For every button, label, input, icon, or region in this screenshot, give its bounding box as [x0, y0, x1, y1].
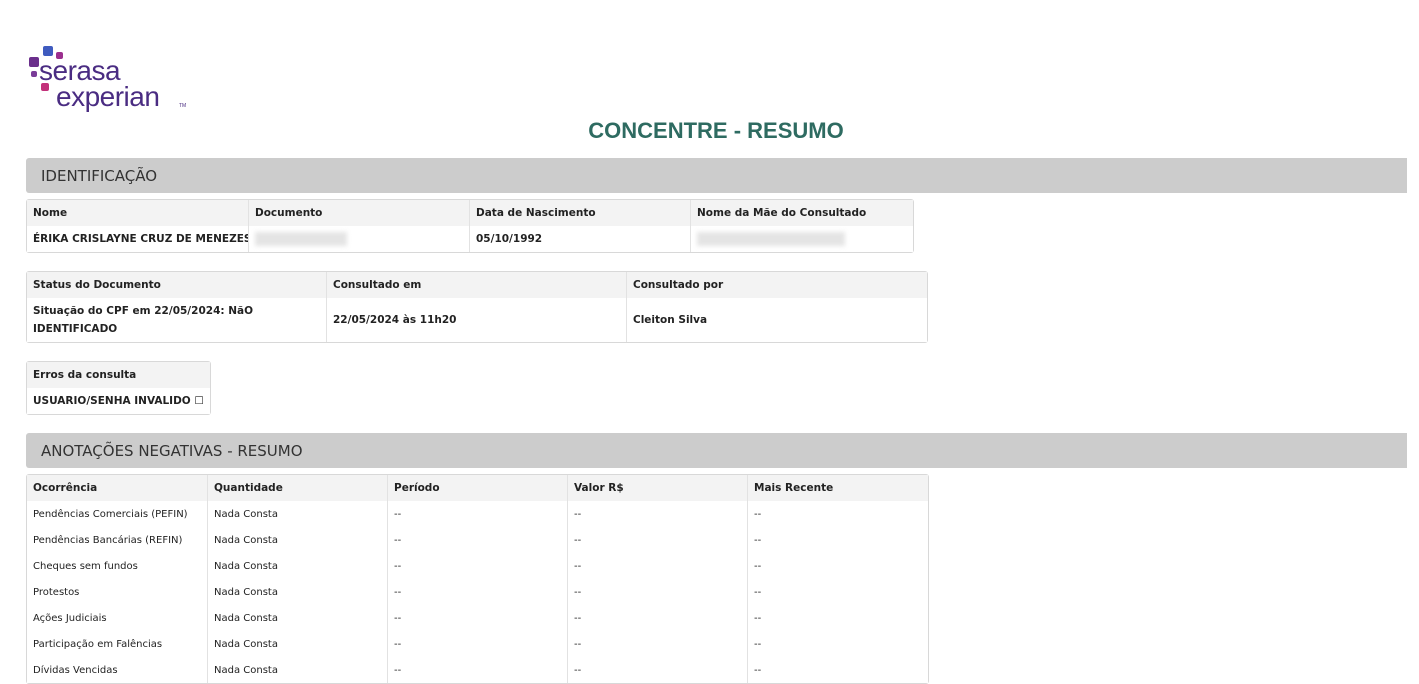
- header-status-documento: Status do Documento: [27, 272, 327, 298]
- cell-ocorrencia: Pendências Bancárias (REFIN): [27, 527, 208, 553]
- page-title: CONCENTRE - RESUMO: [588, 118, 844, 143]
- cell-mais-recente: --: [748, 631, 928, 657]
- erros-table: Erros da consulta USUARIO/SENHA INVALIDO…: [26, 361, 211, 415]
- cell-valor: --: [568, 605, 748, 631]
- table-row: Ações Judiciais Nada Consta -- -- --: [27, 605, 928, 631]
- table-row: Participação em Falências Nada Consta --…: [27, 631, 928, 657]
- cell-periodo: --: [388, 501, 568, 527]
- cell-mais-recente: --: [748, 527, 928, 553]
- cell-valor: --: [568, 631, 748, 657]
- section-identificacao: IDENTIFICAÇÃO: [26, 158, 1407, 193]
- value-nome: ÉRIKA CRISLAYNE CRUZ DE MENEZES: [27, 226, 249, 252]
- cell-ocorrencia: Ações Judiciais: [27, 605, 208, 631]
- cell-quantidade: Nada Consta: [208, 527, 388, 553]
- cell-periodo: --: [388, 605, 568, 631]
- status-table: Status do Documento Consultado em Consul…: [26, 271, 928, 343]
- cell-mais-recente: --: [748, 657, 928, 683]
- cell-ocorrencia: Cheques sem fundos: [27, 553, 208, 579]
- table-row: Pendências Comerciais (PEFIN) Nada Const…: [27, 501, 928, 527]
- cell-valor: --: [568, 553, 748, 579]
- cell-quantidade: Nada Consta: [208, 605, 388, 631]
- header-mais-recente: Mais Recente: [748, 475, 928, 501]
- value-documento-redacted: [249, 226, 470, 252]
- value-status-documento: Situação do CPF em 22/05/2024: NãO IDENT…: [27, 298, 327, 342]
- cell-quantidade: Nada Consta: [208, 501, 388, 527]
- serasa-experian-logo: serasa experian TM: [26, 44, 196, 116]
- table-row: Dívidas Vencidas Nada Consta -- -- --: [27, 657, 928, 683]
- cell-mais-recente: --: [748, 579, 928, 605]
- table-row: Protestos Nada Consta -- -- --: [27, 579, 928, 605]
- cell-mais-recente: --: [748, 553, 928, 579]
- cell-quantidade: Nada Consta: [208, 657, 388, 683]
- cell-valor: --: [568, 501, 748, 527]
- cell-mais-recente: --: [748, 605, 928, 631]
- value-nome-mae-redacted: [691, 226, 913, 252]
- cell-periodo: --: [388, 579, 568, 605]
- cell-ocorrencia: Pendências Comerciais (PEFIN): [27, 501, 208, 527]
- cell-valor: --: [568, 657, 748, 683]
- logo-square-small: [31, 71, 37, 77]
- value-consultado-em: 22/05/2024 às 11h20: [327, 298, 627, 342]
- header-nome: Nome: [27, 200, 249, 226]
- header-consultado-em: Consultado em: [327, 272, 627, 298]
- header-documento: Documento: [249, 200, 470, 226]
- table-row: Cheques sem fundos Nada Consta -- -- --: [27, 553, 928, 579]
- header-data-nascimento: Data de Nascimento: [470, 200, 691, 226]
- header-consultado-por: Consultado por: [627, 272, 927, 298]
- header-periodo: Período: [388, 475, 568, 501]
- cell-valor: --: [568, 527, 748, 553]
- section-anotacoes-negativas: ANOTAÇÕES NEGATIVAS - RESUMO: [26, 433, 1407, 468]
- cell-valor: --: [568, 579, 748, 605]
- section-title: IDENTIFICAÇÃO: [41, 166, 158, 185]
- anotacoes-table: Ocorrência Quantidade Período Valor R$ M…: [26, 474, 929, 684]
- value-consultado-por: Cleiton Silva: [627, 298, 927, 342]
- cell-ocorrencia: Dívidas Vencidas: [27, 657, 208, 683]
- header-ocorrencia: Ocorrência: [27, 475, 208, 501]
- cell-periodo: --: [388, 527, 568, 553]
- cell-quantidade: Nada Consta: [208, 579, 388, 605]
- identificacao-table: Nome Documento Data de Nascimento Nome d…: [26, 199, 914, 253]
- section-title: ANOTAÇÕES NEGATIVAS - RESUMO: [41, 441, 303, 460]
- cell-quantidade: Nada Consta: [208, 553, 388, 579]
- logo-square-violet: [29, 57, 39, 67]
- header-valor: Valor R$: [568, 475, 748, 501]
- cell-mais-recente: --: [748, 501, 928, 527]
- header-nome-mae: Nome da Mãe do Consultado: [691, 200, 913, 226]
- cell-ocorrencia: Participação em Falências: [27, 631, 208, 657]
- logo-trademark: TM: [179, 103, 187, 109]
- cell-periodo: --: [388, 657, 568, 683]
- logo-text-experian: experian: [56, 81, 160, 112]
- header-erros-consulta: Erros da consulta: [27, 362, 210, 388]
- cell-periodo: --: [388, 553, 568, 579]
- cell-ocorrencia: Protestos: [27, 579, 208, 605]
- table-row: Pendências Bancárias (REFIN) Nada Consta…: [27, 527, 928, 553]
- value-erro: USUARIO/SENHA INVALIDO ☐: [27, 388, 210, 414]
- value-data-nascimento: 05/10/1992: [470, 226, 691, 252]
- cell-periodo: --: [388, 631, 568, 657]
- cell-quantidade: Nada Consta: [208, 631, 388, 657]
- header-quantidade: Quantidade: [208, 475, 388, 501]
